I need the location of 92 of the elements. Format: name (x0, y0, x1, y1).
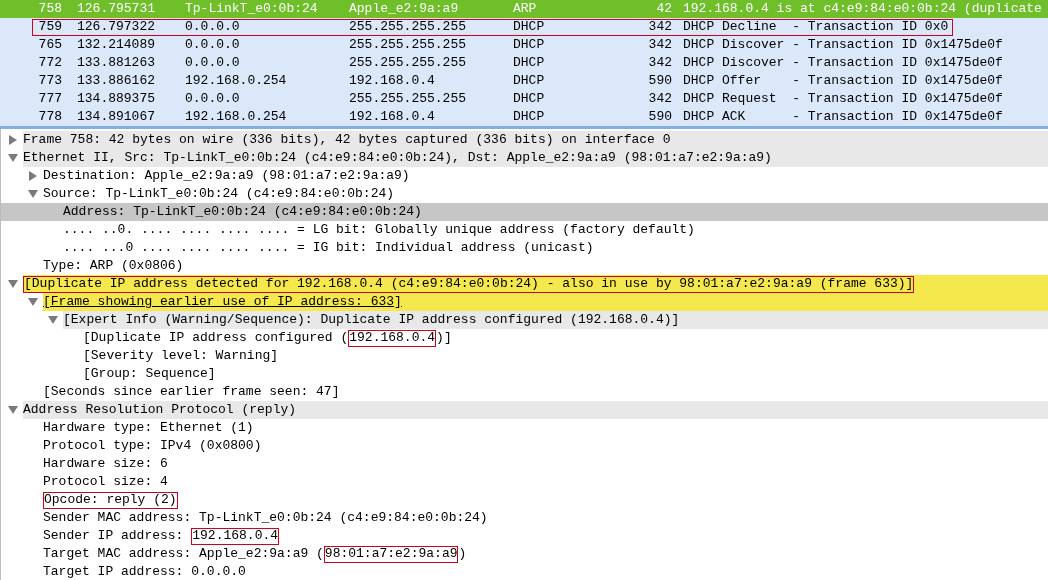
packet-number: 778 (37, 108, 62, 127)
packet-number: 777 (37, 90, 62, 109)
field-text: Hardware size: 6 (43, 455, 168, 473)
packet-time: 126.795731 (77, 0, 156, 19)
field-text: [Duplicate IP address configured ( (83, 329, 349, 347)
packet-source: 0.0.0.0 (185, 54, 241, 73)
packet-destination: 255.255.255.255 (349, 90, 468, 109)
packet-info: DHCP Offer - Transaction ID 0x1475de0f (683, 72, 1003, 91)
field-text: Sender IP address: (43, 527, 185, 545)
packet-time: 134.889375 (77, 90, 156, 109)
field-text: [Seconds since earlier frame seen: 47] (43, 383, 340, 401)
packet-destination: 255.255.255.255 (349, 36, 468, 55)
packet-number: 759 (37, 18, 62, 37)
tree-row-highlight[interactable]: Address Resolution Protocol (reply) (23, 401, 1048, 419)
packet-info: DHCP Request - Transaction ID 0x1475de0f (683, 90, 1003, 109)
field-text: Source: Tp-LinkT_e0:0b:24 (c4:e9:84:e0:0b:24) (43, 185, 395, 203)
collapse-triangle-icon[interactable] (48, 315, 58, 325)
packet-time: 134.891067 (77, 108, 156, 127)
packet-protocol: ARP (513, 0, 538, 19)
packet-info: DHCP Discover - Transaction ID 0x1475de0f (683, 36, 1003, 55)
annotated-field-text: 192.168.0.4 (348, 329, 437, 347)
field-text: .... ...0 .... .... .... .... = IG bit: Individual address (unicast) (63, 239, 594, 257)
field-text: Target MAC address: Apple_e2:9a:a9 ( (43, 545, 324, 563)
packet-length: 342 (647, 36, 672, 55)
packet-number: 773 (37, 72, 62, 91)
packet-protocol: DHCP (513, 108, 546, 127)
tree-row-highlight[interactable]: [Frame showing earlier use of IP address: 633] (43, 293, 1048, 311)
packet-time: 133.886162 (77, 72, 156, 91)
packet-protocol: DHCP (513, 54, 546, 73)
packet-protocol: DHCP (513, 18, 546, 37)
tree-row-highlight[interactable]: Ethernet II, Src: Tp-LinkT_e0:0b:24 (c4:e9:84:e0:0b:24), Dst: Apple_e2:9a:a9 (98:01:a7:e2:9a:a9) (23, 149, 1048, 167)
packet-time: 132.214089 (77, 36, 156, 55)
packet-destination: 192.168.0.4 (349, 72, 436, 91)
field-text: Destination: Apple_e2:9a:a9 (98:01:a7:e2:9a:a9) (43, 167, 410, 185)
field-text: Address Resolution Protocol (reply) (23, 401, 297, 419)
packet-source: 0.0.0.0 (185, 36, 241, 55)
packet-destination: 192.168.0.4 (349, 108, 436, 127)
packet-length: 342 (647, 54, 672, 73)
packet-destination: 255.255.255.255 (349, 54, 468, 73)
packet-length: 42 (655, 0, 672, 19)
field-text: [Expert Info (Warning/Sequence): Duplicate IP address configured (192.168.0.4)] (63, 311, 680, 329)
field-text: Ethernet II, Src: Tp-LinkT_e0:0b:24 (c4:e9:84:e0:0b:24), Dst: Apple_e2:9a:a9 (98:01:a7:e2:9a:a9) (23, 149, 772, 167)
packet-length: 590 (647, 72, 672, 91)
collapse-triangle-icon[interactable] (8, 405, 18, 415)
frame-link[interactable]: [Frame showing earlier use of IP address: 633] (43, 293, 402, 311)
packet-destination: Apple_e2:9a:a9 (349, 0, 460, 19)
field-text: [Severity level: Warning] (83, 347, 279, 365)
tree-row-highlight[interactable]: [Expert Info (Warning/Sequence): Duplicate IP address configured (192.168.0.4)] (63, 311, 1048, 329)
field-text: [Group: Sequence] (83, 365, 216, 383)
field-text: Type: ARP (0x0806) (43, 257, 184, 275)
packet-info: 192.168.0.4 is at c4:e9:84:e0:0b:24 (duplicate (683, 0, 1042, 19)
packet-time: 133.881263 (77, 54, 156, 73)
packet-protocol: DHCP (513, 36, 546, 55)
field-text: ) (458, 545, 467, 563)
packet-destination: 255.255.255.255 (349, 18, 468, 37)
packet-source: Tp-LinkT_e0:0b:24 (185, 0, 319, 19)
packet-number: 765 (37, 36, 62, 55)
collapse-triangle-icon[interactable] (8, 279, 18, 289)
field-text: Sender MAC address: Tp-LinkT_e0:0b:24 (c4:e9:84:e0:0b:24) (43, 509, 488, 527)
field-text: .... ..0. .... .... .... .... = LG bit: Globally unique address (factory default) (63, 221, 695, 239)
collapse-triangle-icon[interactable] (8, 153, 18, 163)
tree-row-highlight[interactable]: Frame 758: 42 bytes on wire (336 bits), 42 bytes captured (336 bits) on interface 0 (23, 131, 1048, 149)
field-text: Address: Tp-LinkT_e0:0b:24 (c4:e9:84:e0:0b:24) (63, 203, 422, 221)
annotated-field-text: 98:01:a7:e2:9a:a9 (323, 545, 459, 563)
packet-protocol: DHCP (513, 72, 546, 91)
packet-source: 0.0.0.0 (185, 90, 241, 109)
packet-number: 772 (37, 54, 62, 73)
field-text: Protocol type: IPv4 (0x0800) (43, 437, 262, 455)
packet-info: DHCP Decline - Transaction ID 0x0 (683, 18, 949, 37)
annotated-field-text: 192.168.0.4 (191, 527, 280, 545)
selected-tree-row[interactable]: Address: Tp-LinkT_e0:0b:24 (c4:e9:84:e0:0b:24) (1, 203, 1048, 221)
packet-source: 192.168.0.254 (185, 108, 288, 127)
field-text: Target IP address: 0.0.0.0 (43, 563, 246, 580)
packet-time: 126.797322 (77, 18, 156, 37)
collapse-triangle-icon[interactable] (28, 297, 38, 307)
packet-number: 758 (37, 0, 62, 19)
field-text: Frame 758: 42 bytes on wire (336 bits), 42 bytes captured (336 bits) on interface 0 (23, 131, 671, 149)
packet-length: 342 (647, 18, 672, 37)
packet-protocol: DHCP (513, 90, 546, 109)
field-text: )] (436, 329, 452, 347)
packet-source: 192.168.0.254 (185, 72, 288, 91)
packet-info: DHCP Discover - Transaction ID 0x1475de0f (683, 54, 1003, 73)
packet-info: DHCP ACK - Transaction ID 0x1475de0f (683, 108, 1003, 127)
expand-triangle-icon[interactable] (8, 135, 18, 145)
field-text: Hardware type: Ethernet (1) (43, 419, 254, 437)
packet-source: 0.0.0.0 (185, 18, 241, 37)
packet-length: 590 (647, 108, 672, 127)
annotated-field-text: Opcode: reply (2) (43, 491, 178, 509)
collapse-triangle-icon[interactable] (28, 189, 38, 199)
expand-triangle-icon[interactable] (28, 171, 38, 181)
packet-length: 342 (647, 90, 672, 109)
field-text: Protocol size: 4 (43, 473, 168, 491)
